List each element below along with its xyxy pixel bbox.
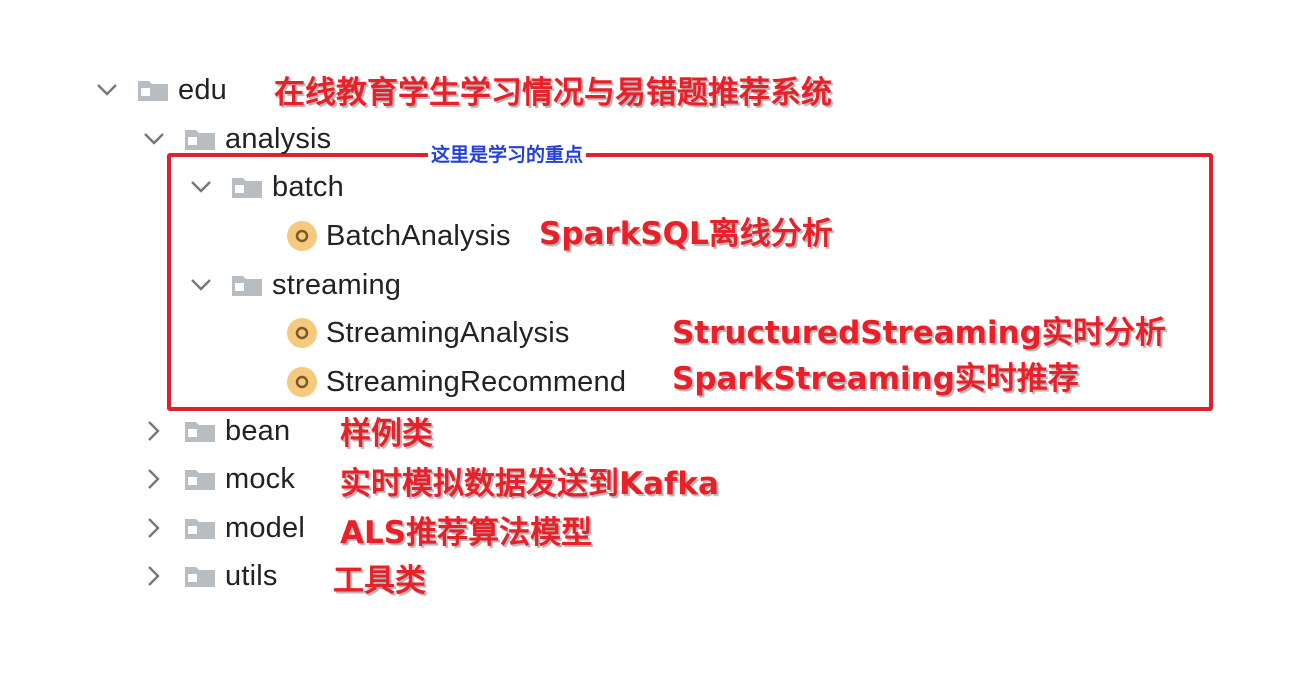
annotation-batch-analysis: SparkSQL离线分析	[539, 216, 833, 252]
folder-icon	[136, 76, 172, 104]
folder-icon	[230, 271, 266, 299]
annotation-mock: 实时模拟数据发送到Kafka	[340, 466, 719, 502]
tree-node-label: StreamingAnalysis	[326, 316, 570, 349]
annotation-utils: 工具类	[333, 563, 426, 599]
tree-node-label: bean	[225, 414, 291, 447]
chevron-right-icon[interactable]	[143, 420, 165, 442]
class-icon	[284, 218, 320, 254]
tree-node-edu[interactable]: edu	[96, 68, 227, 112]
highlight-label: 这里是学习的重点	[428, 140, 587, 167]
annotation-streaming-analysis: StructuredStreaming实时分析	[672, 315, 1166, 351]
tree-node-label: analysis	[225, 122, 332, 155]
chevron-right-icon[interactable]	[143, 517, 165, 539]
tree-node-label: streaming	[272, 268, 402, 301]
tree-node-model[interactable]: model	[143, 506, 305, 550]
tree-node-streaming[interactable]: streaming	[190, 263, 401, 307]
annotation-edu: 在线教育学生学习情况与易错题推荐系统	[274, 75, 832, 111]
folder-icon	[183, 465, 219, 493]
tree-node-analysis[interactable]: analysis	[143, 117, 331, 161]
tree-node-utils[interactable]: utils	[143, 554, 278, 598]
tree-node-label: StreamingRecommend	[326, 365, 627, 398]
chevron-down-icon[interactable]	[143, 128, 165, 150]
annotation-streaming-recommend: SparkStreaming实时推荐	[672, 361, 1079, 397]
chevron-down-icon[interactable]	[190, 176, 212, 198]
tree-node-batch-analysis[interactable]: BatchAnalysis	[284, 214, 511, 258]
class-icon	[284, 364, 320, 400]
class-icon	[284, 315, 320, 351]
folder-icon	[183, 125, 219, 153]
tree-node-streaming-analysis[interactable]: StreamingAnalysis	[284, 311, 570, 355]
tree-node-mock[interactable]: mock	[143, 457, 295, 501]
tree-node-bean[interactable]: bean	[143, 409, 290, 453]
chevron-right-icon[interactable]	[143, 468, 165, 490]
tree-node-label: utils	[225, 559, 278, 592]
tree-node-label: batch	[272, 170, 344, 203]
tree-node-streaming-recommend[interactable]: StreamingRecommend	[284, 360, 626, 404]
tree-node-label: BatchAnalysis	[326, 219, 511, 252]
chevron-down-icon[interactable]	[190, 274, 212, 296]
annotation-bean: 样例类	[340, 416, 433, 452]
chevron-down-icon[interactable]	[96, 79, 118, 101]
tree-node-batch[interactable]: batch	[190, 165, 344, 209]
folder-icon	[183, 514, 219, 542]
tree-node-label: model	[225, 511, 305, 544]
folder-icon	[183, 417, 219, 445]
tree-node-label: mock	[225, 462, 296, 495]
folder-icon	[230, 173, 266, 201]
chevron-right-icon[interactable]	[143, 565, 165, 587]
tree-node-label: edu	[178, 73, 227, 106]
annotation-model: ALS推荐算法模型	[340, 515, 593, 551]
folder-icon	[183, 562, 219, 590]
